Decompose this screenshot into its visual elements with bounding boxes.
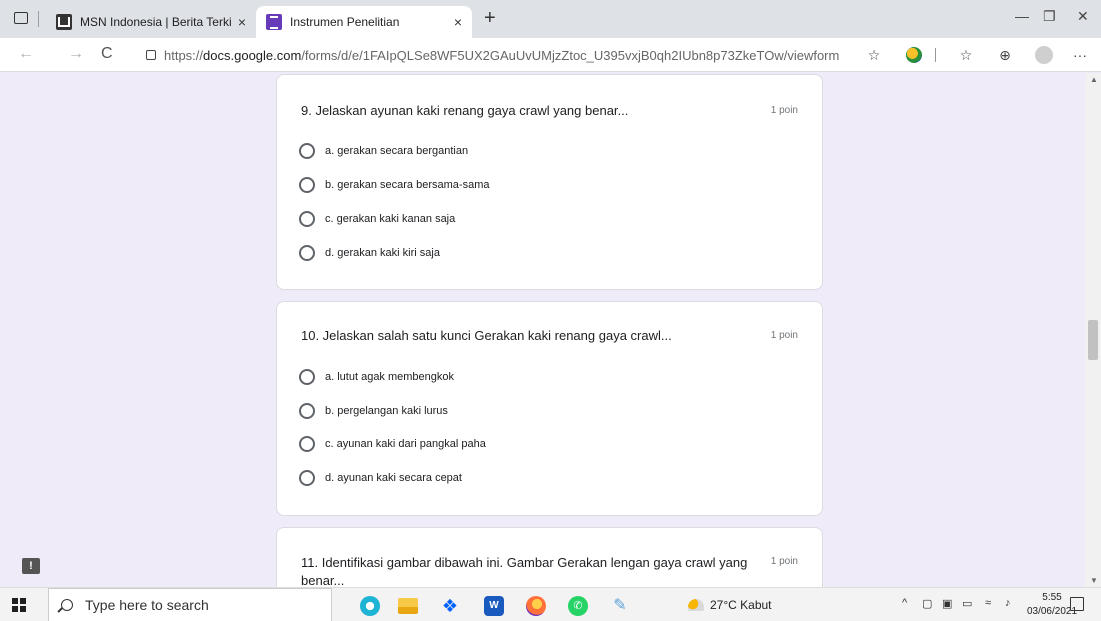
radio-button[interactable]: [299, 177, 315, 193]
address-bar[interactable]: https://docs.google.com/forms/d/e/1FAIpQ…: [136, 41, 908, 69]
minimize-button[interactable]: —: [1015, 8, 1029, 24]
option-a[interactable]: a. lutut agak membengkok: [299, 369, 454, 385]
msn-favicon-icon: [56, 14, 72, 30]
paint-icon[interactable]: ✎: [610, 596, 630, 616]
feedback-button[interactable]: !: [22, 558, 40, 574]
question-title: 10. Jelaskan salah satu kunci Gerakan ka…: [301, 328, 672, 343]
tab-instrumen-penelitian[interactable]: Instrumen Penelitian ×: [256, 6, 472, 38]
taskbar-search[interactable]: Type here to search: [48, 588, 332, 621]
option-label: b. pergelangan kaki lurus: [325, 405, 448, 417]
scrollbar-thumb[interactable]: [1088, 320, 1098, 360]
windows-start-icon[interactable]: [12, 598, 26, 612]
battery-icon[interactable]: ▭: [962, 597, 972, 610]
weather-icon: [688, 599, 704, 611]
option-d[interactable]: d. ayunan kaki secara cepat: [299, 470, 462, 486]
option-b[interactable]: b. gerakan secara bersama-sama: [299, 177, 489, 193]
tab-title: MSN Indonesia | Berita Terkini H: [80, 15, 232, 29]
volume-icon[interactable]: ♪: [1005, 597, 1011, 609]
question-points: 1 poin: [770, 330, 798, 341]
whatsapp-icon[interactable]: ✆: [568, 596, 588, 616]
radio-button[interactable]: [299, 436, 315, 452]
question-title: 11. Identifikasi gambar dibawah ini. Gam…: [301, 555, 748, 587]
form-page: 9. Jelaskan ayunan kaki renang gaya craw…: [0, 73, 1101, 587]
option-label: b. gerakan secara bersama-sama: [325, 179, 490, 191]
tab-close-icon[interactable]: ×: [238, 14, 246, 30]
question-card-9: 9. Jelaskan ayunan kaki renang gaya craw…: [276, 74, 823, 290]
search-icon: [61, 599, 73, 611]
radio-button[interactable]: [299, 245, 315, 261]
search-placeholder: Type here to search: [85, 597, 209, 613]
option-label: d. ayunan kaki secara cepat: [325, 472, 462, 484]
question-points: 1 poin: [770, 105, 798, 116]
option-label: a. lutut agak membengkok: [325, 371, 455, 383]
tab-separator: [38, 11, 39, 27]
close-window-button[interactable]: ✕: [1077, 8, 1089, 25]
browser-tab-strip: MSN Indonesia | Berita Terkini H × Instr…: [0, 0, 1101, 38]
wifi-icon[interactable]: ≈: [985, 597, 991, 609]
weather-text: 27°C Kabut: [710, 598, 772, 612]
option-d[interactable]: d. gerakan kaki kiri saja: [299, 245, 440, 261]
profile-icon[interactable]: [1035, 46, 1053, 64]
restore-button[interactable]: ❐: [1043, 8, 1056, 25]
tab-actions-icon[interactable]: [14, 12, 28, 24]
tab-msn[interactable]: MSN Indonesia | Berita Terkini H ×: [46, 6, 256, 38]
radio-button[interactable]: [299, 143, 315, 159]
option-c[interactable]: c. ayunan kaki dari pangkal paha: [299, 436, 486, 452]
word-icon[interactable]: W: [484, 596, 504, 616]
weather-widget[interactable]: 27°C Kabut: [688, 598, 772, 612]
question-card-11: 11. Identifikasi gambar dibawah ini. Gam…: [276, 527, 823, 587]
site-info-icon[interactable]: [146, 50, 156, 60]
option-label: c. gerakan kaki kanan saja: [325, 213, 456, 225]
scroll-up-arrow-icon[interactable]: ▲: [1090, 75, 1098, 84]
meet-now-icon[interactable]: ▢: [922, 597, 932, 610]
more-icon[interactable]: ···: [1072, 47, 1088, 63]
forward-button[interactable]: →: [68, 45, 84, 63]
refresh-button[interactable]: C: [101, 45, 113, 63]
question-title: 9. Jelaskan ayunan kaki renang gaya craw…: [301, 103, 629, 118]
option-label: c. ayunan kaki dari pangkal paha: [325, 438, 486, 450]
collections-icon[interactable]: ⊕: [997, 47, 1013, 63]
scroll-down-arrow-icon[interactable]: ▼: [1090, 576, 1098, 585]
radio-button[interactable]: [299, 369, 315, 385]
vertical-scrollbar[interactable]: ▲ ▼: [1085, 73, 1101, 587]
extension-icon[interactable]: [906, 47, 922, 63]
dropbox-icon[interactable]: ❖: [440, 596, 460, 616]
tray-app-icon[interactable]: ▣: [942, 597, 952, 610]
new-tab-button[interactable]: +: [484, 6, 496, 30]
google-forms-favicon-icon: [266, 14, 282, 30]
back-button[interactable]: ←: [18, 45, 34, 63]
question-card-10: 10. Jelaskan salah satu kunci Gerakan ka…: [276, 301, 823, 516]
option-b[interactable]: b. pergelangan kaki lurus: [299, 403, 448, 419]
radio-button[interactable]: [299, 470, 315, 486]
favorites-icon[interactable]: ☆: [958, 47, 974, 63]
notifications-icon[interactable]: [1070, 597, 1084, 611]
option-label: a. gerakan secara bergantian: [325, 145, 469, 157]
toolbar-divider: [935, 48, 936, 62]
edge-icon[interactable]: [360, 596, 380, 616]
radio-button[interactable]: [299, 211, 315, 227]
radio-button[interactable]: [299, 403, 315, 419]
tab-title: Instrumen Penelitian: [290, 15, 400, 29]
tab-close-icon[interactable]: ×: [454, 14, 462, 30]
url-text[interactable]: https://docs.google.com/forms/d/e/1FAIpQ…: [164, 48, 839, 63]
question-points: 1 poin: [770, 556, 798, 567]
add-favorite-icon[interactable]: ☆: [866, 47, 882, 63]
file-explorer-icon[interactable]: [398, 598, 418, 614]
firefox-icon[interactable]: [526, 596, 546, 616]
browser-toolbar: ← → C https://docs.google.com/forms/d/e/…: [0, 38, 1101, 72]
option-label: d. gerakan kaki kiri saja: [325, 247, 440, 259]
option-a[interactable]: a. gerakan secara bergantian: [299, 143, 468, 159]
show-hidden-icons-icon[interactable]: ^: [902, 597, 907, 609]
windows-taskbar: Type here to search ❖ W ✆ ✎ 27°C Kabut ^…: [0, 587, 1101, 621]
option-c[interactable]: c. gerakan kaki kanan saja: [299, 211, 455, 227]
